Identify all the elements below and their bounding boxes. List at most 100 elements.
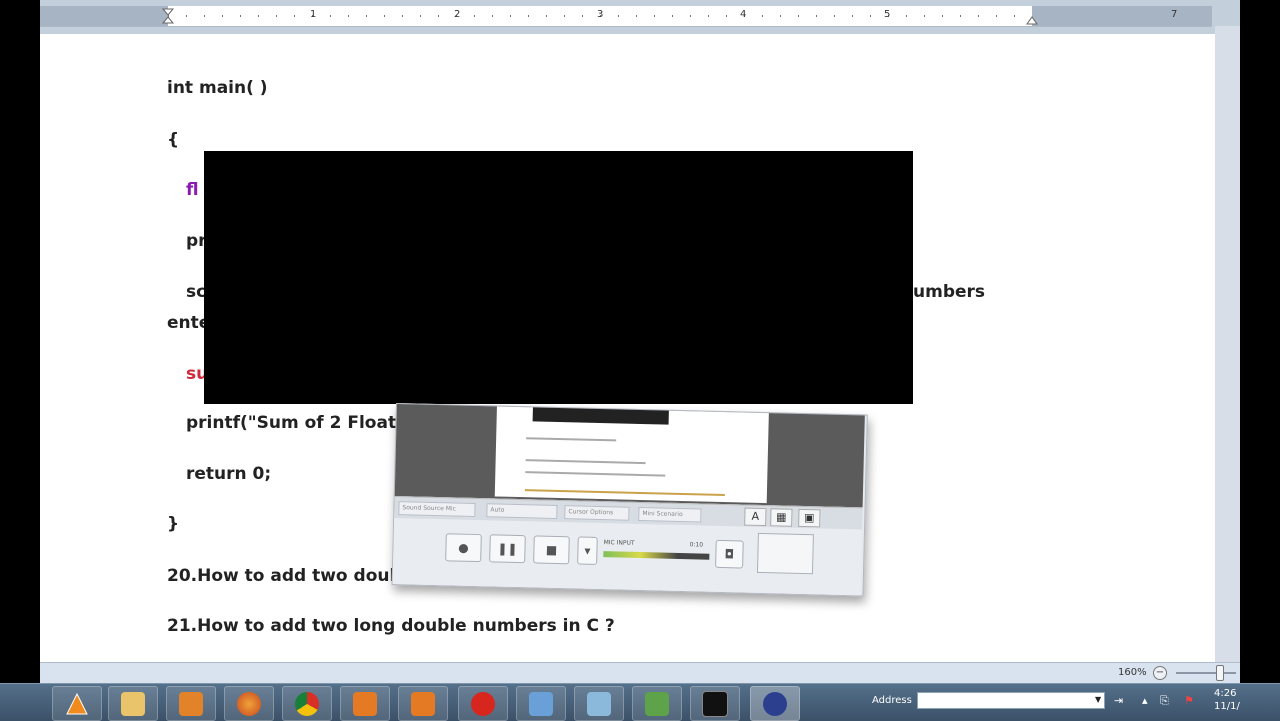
ruler-tick — [474, 15, 475, 17]
stop-button[interactable]: ■ — [533, 535, 570, 565]
address-input[interactable] — [917, 692, 1105, 709]
windows-taskbar: Address ▼ ⇥ ▴ ⎘ ⚑ 4:26 11/1/ — [0, 683, 1280, 721]
mini-scenario-field[interactable]: Mini Scenario — [638, 506, 702, 523]
ruler-tick — [798, 15, 799, 17]
code-line: return 0; — [186, 464, 272, 484]
terminal-icon — [702, 690, 728, 717]
ruler-tick — [960, 15, 961, 17]
firefox-icon — [237, 691, 261, 716]
zoom-out-button[interactable]: − — [1153, 666, 1167, 680]
indent-marker-icon[interactable] — [162, 8, 174, 26]
paint-icon — [645, 691, 669, 716]
image-tool-icon[interactable]: ▦ — [770, 508, 793, 527]
taskbar-app-button[interactable] — [398, 686, 448, 721]
orange-app-icon — [411, 691, 435, 716]
image-viewer-icon — [529, 691, 553, 716]
ruler-tick — [546, 15, 547, 17]
taskbar-app-button[interactable] — [516, 686, 566, 721]
ruler-tick — [420, 15, 421, 17]
meter-bar — [603, 551, 710, 560]
screen-recorder-window[interactable]: Sound Source Mic Auto Cursor Options Min… — [391, 403, 868, 597]
ruler-number: 4 — [740, 9, 747, 20]
vlc-icon — [66, 692, 88, 714]
clock-date: 11/1/ — [1214, 701, 1240, 712]
right-indent-marker-icon[interactable] — [1026, 15, 1038, 25]
taskbar-app-button[interactable] — [632, 686, 682, 721]
ruler-tick — [564, 15, 565, 17]
taskbar-vlc-button[interactable] — [52, 686, 102, 721]
ruler-tick — [222, 15, 223, 17]
vertical-scrollbar[interactable] — [1215, 26, 1240, 662]
record-button[interactable]: ● — [445, 533, 482, 563]
ruler-number: 2 — [454, 9, 461, 20]
ruler-tick — [636, 15, 637, 17]
ruler-tick — [834, 15, 835, 17]
horizontal-ruler[interactable]: 1 2 3 4 5 7 — [40, 6, 1212, 27]
ruler-tick — [204, 15, 205, 17]
zoom-level[interactable]: 160% — [1118, 667, 1147, 678]
ruler-tick — [348, 15, 349, 17]
ruler-tick — [852, 15, 853, 17]
zoom-slider-thumb[interactable] — [1216, 665, 1224, 681]
ruler-tick — [276, 15, 277, 17]
recorder-controls: ● ❚❚ ■ ▾ MIC INPUT 0:10 ◘ — [392, 517, 863, 596]
ruler-tick — [654, 15, 655, 17]
orange-app-icon — [353, 691, 377, 716]
ruler-tick — [438, 15, 439, 17]
taskbar-media-button[interactable] — [166, 686, 216, 721]
preview-line — [525, 471, 666, 477]
ruler-tick — [762, 15, 763, 17]
taskbar-explorer-button[interactable] — [108, 686, 158, 721]
taskbar-app-button[interactable] — [574, 686, 624, 721]
media-player-icon — [179, 691, 203, 716]
auto-field[interactable]: Auto — [486, 503, 558, 519]
ruler-tick — [618, 15, 619, 17]
taskbar-cmd-button[interactable] — [690, 686, 740, 721]
system-clock[interactable]: 4:26 11/1/ — [1214, 687, 1240, 713]
redaction-overlay — [204, 151, 913, 404]
taskbar-app-button[interactable] — [458, 686, 508, 721]
ruler-tick — [924, 15, 925, 17]
ruler-tick — [258, 15, 259, 17]
ruler-tick — [330, 15, 331, 17]
webcam-thumbnail — [756, 532, 814, 575]
taskbar-recorder-button[interactable] — [750, 686, 800, 721]
ruler-tick — [996, 15, 997, 17]
ruler-tick — [1014, 15, 1015, 17]
text-tool-icon[interactable]: A — [744, 507, 767, 527]
camera-icon[interactable]: ◘ — [715, 539, 744, 569]
go-arrow-icon[interactable]: ⇥ — [1114, 694, 1123, 707]
ruler-tick — [492, 15, 493, 17]
volume-dropdown-icon[interactable]: ▾ — [577, 536, 598, 565]
clock-time: 4:26 — [1214, 688, 1237, 699]
ruler-tick — [870, 15, 871, 17]
code-line: 21.How to add two long double numbers in… — [167, 616, 615, 636]
code-line: } — [167, 514, 180, 534]
taskbar-chrome-button[interactable] — [282, 686, 332, 721]
code-line: int main( ) — [167, 78, 268, 98]
ruler-tick — [906, 15, 907, 17]
screen-tool-icon[interactable]: ▣ — [798, 508, 821, 528]
cursor-options-field[interactable]: Cursor Options — [564, 505, 630, 521]
address-label: Address — [872, 695, 912, 706]
pause-button[interactable]: ❚❚ — [489, 534, 526, 564]
folder-icon — [121, 691, 145, 716]
zoom-slider-track[interactable] — [1176, 672, 1236, 674]
ruler-tick — [528, 15, 529, 17]
network-icon[interactable]: ⎘ — [1160, 694, 1169, 708]
ruler-tick — [690, 15, 691, 17]
sound-source-field[interactable]: Sound Source Mic — [398, 501, 476, 517]
code-line: fl — [186, 180, 199, 200]
red-app-icon — [471, 691, 495, 716]
taskbar-firefox-button[interactable] — [224, 686, 274, 721]
ruler-tick — [186, 15, 187, 17]
taskbar-app-button[interactable] — [340, 686, 390, 721]
ruler-number: 5 — [884, 9, 891, 20]
address-dropdown-icon[interactable]: ▼ — [1095, 695, 1101, 704]
show-hidden-icons-icon[interactable]: ▴ — [1142, 694, 1148, 707]
action-center-icon[interactable]: ⚑ — [1184, 694, 1194, 707]
ruler-tick — [510, 15, 511, 17]
ruler-tick — [978, 15, 979, 17]
preview-line — [525, 459, 646, 465]
notes-icon — [587, 691, 611, 716]
